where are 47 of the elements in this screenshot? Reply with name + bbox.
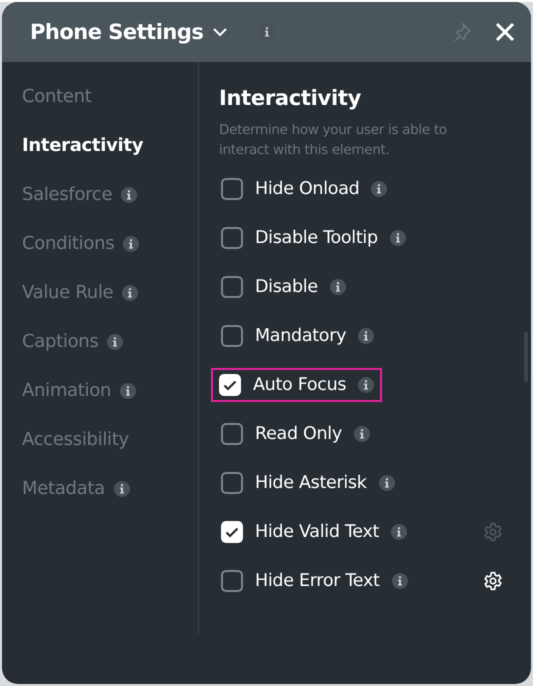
info-icon[interactable] xyxy=(354,426,370,442)
checkbox[interactable] xyxy=(221,423,243,445)
sidebar-item[interactable]: Captions xyxy=(22,331,98,352)
info-icon[interactable] xyxy=(123,236,140,252)
checkmark-icon xyxy=(225,526,239,538)
option-label: Hide Asterisk xyxy=(255,473,367,493)
info-icon[interactable] xyxy=(392,573,408,589)
info-icon[interactable] xyxy=(371,181,388,197)
info-icon[interactable] xyxy=(114,480,130,496)
info-icon[interactable] xyxy=(122,284,138,300)
sidebar-item[interactable]: Accessibility xyxy=(22,429,129,450)
info-icon[interactable] xyxy=(391,524,408,540)
sidebar-item[interactable]: Animation xyxy=(22,380,112,401)
checkbox[interactable] xyxy=(221,178,243,200)
info-icon[interactable] xyxy=(358,377,374,393)
window-title: Phone Settings xyxy=(30,20,204,44)
info-icon[interactable] xyxy=(330,279,346,295)
sidebar-item[interactable]: Conditions xyxy=(22,233,114,254)
option-label: Hide Error Text xyxy=(255,571,380,591)
section-title: Interactivity xyxy=(219,86,362,110)
checkbox[interactable] xyxy=(221,472,243,494)
info-icon[interactable] xyxy=(358,328,374,344)
option-label: Hide Valid Text xyxy=(255,522,380,542)
sidebar-item[interactable]: Value Rule xyxy=(22,282,114,303)
section-description: Determine how your user is able to interact with this element. xyxy=(219,121,448,160)
option-label: Hide Onload xyxy=(255,179,360,199)
info-icon[interactable] xyxy=(390,230,406,246)
checkbox[interactable] xyxy=(221,570,243,592)
option-label: Disable xyxy=(255,277,318,297)
info-icon[interactable] xyxy=(120,382,136,398)
checkbox[interactable] xyxy=(221,325,243,347)
sidebar-item[interactable]: Interactivity xyxy=(22,135,144,156)
checkmark-icon xyxy=(223,380,237,390)
checkbox[interactable] xyxy=(221,227,243,249)
option-label: Disable Tooltip xyxy=(255,228,378,248)
close-icon[interactable] xyxy=(495,22,515,42)
info-icon[interactable] xyxy=(107,334,124,350)
option-label: Auto Focus xyxy=(253,375,346,395)
info-icon[interactable] xyxy=(121,186,138,202)
sidebar-item[interactable]: Metadata xyxy=(22,478,105,499)
option-label: Mandatory xyxy=(255,326,346,346)
option-label: Read Only xyxy=(255,424,342,444)
chevron-down-icon[interactable] xyxy=(213,28,228,36)
sidebar-item[interactable]: Content xyxy=(22,86,92,107)
checkbox[interactable] xyxy=(221,276,243,298)
sidebar-item[interactable]: Salesforce xyxy=(22,184,112,205)
info-icon[interactable] xyxy=(378,475,395,491)
